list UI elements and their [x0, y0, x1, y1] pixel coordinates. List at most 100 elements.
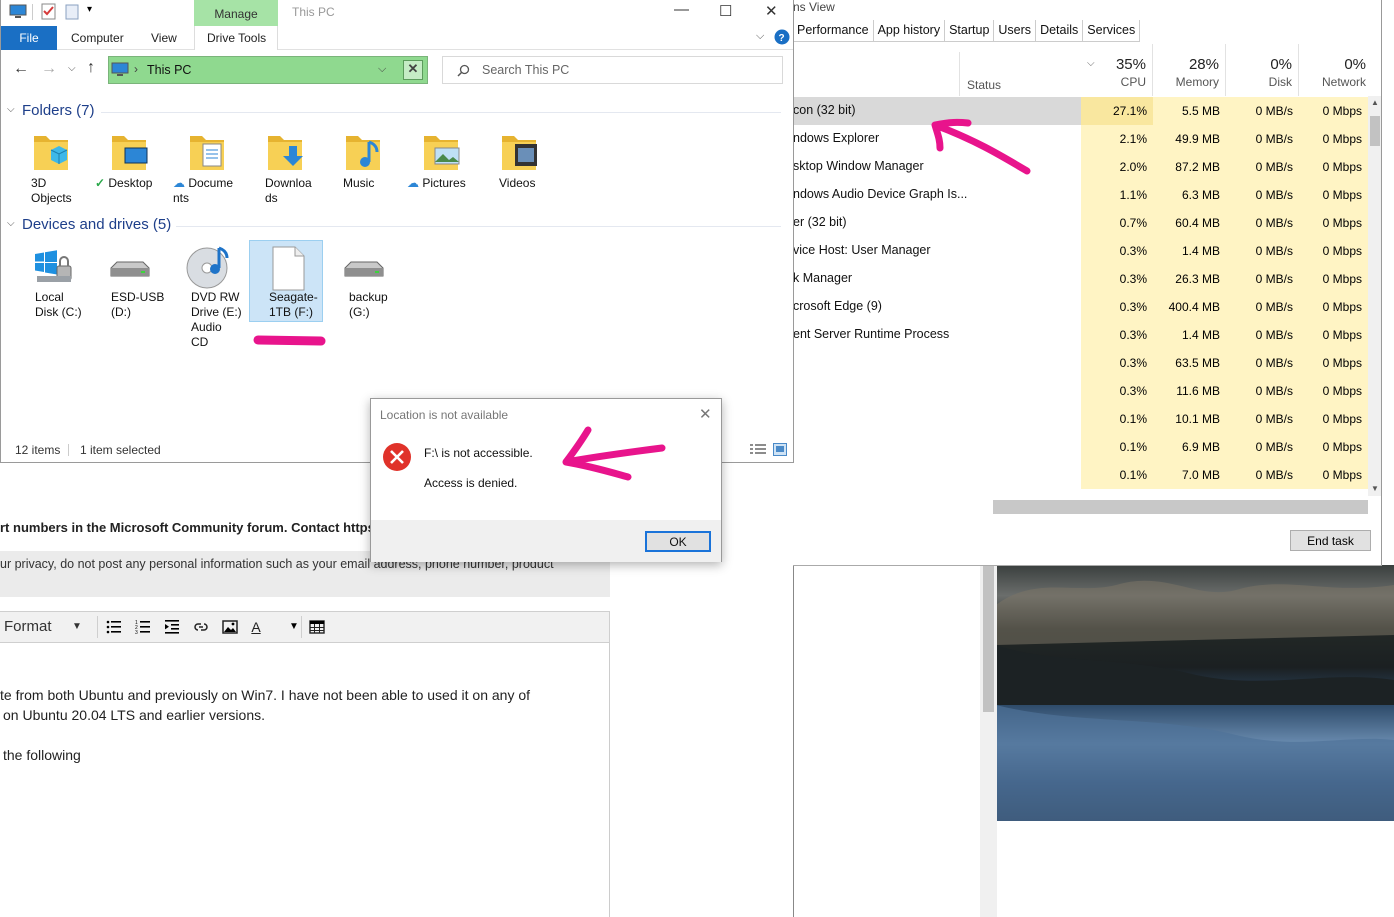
- process-mem-cell: 6.9 MB: [1153, 433, 1226, 461]
- process-row[interactable]: vice Host: User Manager 0.3% 1.4 MB 0 MB/s 0…: [793, 237, 1368, 265]
- chevron-down-icon[interactable]: ▼: [72, 621, 82, 632]
- address-bar[interactable]: › This PC ⌵ ✕: [108, 56, 428, 84]
- search-input[interactable]: Search This PC: [442, 56, 783, 84]
- clear-address-icon[interactable]: ✕: [403, 60, 423, 80]
- numbered-list-icon[interactable]: 123: [130, 615, 156, 639]
- tab-file[interactable]: File: [1, 26, 57, 50]
- format-dropdown[interactable]: Format: [4, 618, 52, 635]
- process-row[interactable]: 0.3% 11.6 MB 0 MB/s 0 Mbps: [793, 377, 1368, 405]
- process-disk-cell: 0 MB/s: [1226, 349, 1299, 377]
- address-dropdown-icon[interactable]: ⌵: [378, 63, 386, 76]
- minimize-icon[interactable]: —: [674, 1, 689, 18]
- error-icon: [383, 443, 411, 471]
- close-icon[interactable]: ✕: [765, 2, 778, 20]
- image-icon[interactable]: [217, 615, 243, 639]
- editor-line: on Ubuntu 20.04 LTS and earlier versions…: [3, 707, 266, 723]
- process-mem-cell: 26.3 MB: [1153, 265, 1226, 293]
- column-header-disk[interactable]: 0% Disk: [1226, 44, 1299, 96]
- back-icon[interactable]: ←: [13, 60, 29, 78]
- process-mem-cell: 49.9 MB: [1153, 125, 1226, 153]
- tab-app-history[interactable]: App history: [874, 20, 946, 42]
- customize-toolbar-icon[interactable]: ▾: [87, 4, 92, 15]
- chevron-down-icon[interactable]: ▼: [289, 621, 299, 632]
- end-task-button[interactable]: End task: [1290, 530, 1371, 551]
- table-icon[interactable]: [304, 615, 330, 639]
- process-row[interactable]: er (32 bit) 0.7% 60.4 MB 0 MB/s 0 Mbps: [793, 209, 1368, 237]
- tab-details[interactable]: Details: [1036, 20, 1084, 42]
- ok-button[interactable]: OK: [645, 531, 711, 552]
- column-header-network[interactable]: 0% Network: [1299, 44, 1372, 96]
- this-pc-icon: [111, 62, 129, 76]
- search-icon: [457, 64, 470, 77]
- process-cpu-cell: 27.1%: [1081, 97, 1153, 125]
- process-mem-cell: 11.6 MB: [1153, 377, 1226, 405]
- tab-services[interactable]: Services: [1083, 20, 1141, 42]
- recent-locations-icon[interactable]: ⌵: [68, 63, 76, 74]
- horizontal-scrollbar[interactable]: [993, 500, 1368, 514]
- properties-icon[interactable]: [41, 3, 57, 20]
- tab-computer[interactable]: Computer: [71, 31, 124, 45]
- help-icon[interactable]: ?: [774, 29, 790, 45]
- tab-drive-tools[interactable]: Drive Tools: [194, 26, 278, 50]
- sync-check-icon: ✓: [95, 176, 109, 190]
- tab-performance[interactable]: Performance: [793, 20, 874, 42]
- process-net-cell: 0 Mbps: [1299, 293, 1368, 321]
- folder-label-wrap: ☁ Pictures: [407, 176, 487, 191]
- indent-icon[interactable]: [159, 615, 185, 639]
- status-item-count: 12 items: [15, 443, 61, 457]
- process-row[interactable]: ndows Audio Device Graph Is... 1.1% 6.3 MB…: [793, 181, 1368, 209]
- scrollbar-thumb[interactable]: [983, 562, 994, 712]
- process-row[interactable]: 0.3% 63.5 MB 0 MB/s 0 Mbps: [793, 349, 1368, 377]
- process-list-scrollbar[interactable]: ▲ ▼: [1368, 96, 1381, 496]
- close-icon[interactable]: ✕: [699, 405, 712, 423]
- column-header-status[interactable]: Status: [967, 78, 1001, 92]
- process-row[interactable]: 0.1% 6.9 MB 0 MB/s 0 Mbps: [793, 433, 1368, 461]
- process-cpu-cell: 0.3%: [1081, 265, 1153, 293]
- ribbon-expand-icon[interactable]: ⌵: [756, 30, 764, 43]
- folders-header[interactable]: Folders (7): [22, 102, 95, 119]
- process-mem-cell: 6.3 MB: [1153, 181, 1226, 209]
- task-manager-menu[interactable]: ns View: [793, 0, 835, 14]
- details-view-icon[interactable]: [749, 443, 767, 456]
- process-row[interactable]: 0.1% 10.1 MB 0 MB/s 0 Mbps: [793, 405, 1368, 433]
- process-row[interactable]: sktop Window Manager 2.0% 87.2 MB 0 MB/s 0 M…: [793, 153, 1368, 181]
- process-row[interactable]: 0.1% 7.0 MB 0 MB/s 0 Mbps: [793, 461, 1368, 489]
- process-row[interactable]: k Manager 0.3% 26.3 MB 0 MB/s 0 Mbps: [793, 265, 1368, 293]
- new-folder-icon[interactable]: [65, 4, 79, 20]
- process-cpu-cell: 0.3%: [1081, 349, 1153, 377]
- maximize-icon[interactable]: ☐: [719, 2, 732, 20]
- process-disk-cell: 0 MB/s: [1226, 405, 1299, 433]
- tab-users[interactable]: Users: [994, 20, 1037, 42]
- process-row[interactable]: ndows Explorer 2.1% 49.9 MB 0 MB/s 0 Mbps: [793, 125, 1368, 153]
- collapse-folders-icon[interactable]: ⌵: [7, 104, 15, 115]
- tab-manage[interactable]: Manage: [194, 0, 278, 26]
- devices-header[interactable]: Devices and drives (5): [22, 216, 171, 233]
- cloud-icon: ☁: [407, 176, 423, 190]
- collapse-devices-icon[interactable]: ⌵: [7, 218, 15, 229]
- process-row[interactable]: ent Server Runtime Process 0.3% 1.4 MB 0 MB…: [793, 321, 1368, 349]
- bullet-list-icon[interactable]: [101, 615, 127, 639]
- folder-icon: [346, 136, 380, 170]
- process-row[interactable]: crosoft Edge (9) 0.3% 400.4 MB 0 MB/s 0 Mbps: [793, 293, 1368, 321]
- process-disk-cell: 0 MB/s: [1226, 97, 1299, 125]
- forward-icon[interactable]: →: [41, 60, 57, 78]
- link-icon[interactable]: [188, 615, 214, 639]
- svg-text:?: ?: [779, 33, 785, 44]
- folder-icon: [112, 136, 148, 170]
- hard-drive-icon: [110, 261, 150, 277]
- tab-startup[interactable]: Startup: [945, 20, 995, 42]
- cpu-total: 35%: [1115, 56, 1146, 73]
- editor-toolbar: Format ▼ 123 A ▼: [0, 611, 610, 643]
- editor-body[interactable]: te from both Ubuntu and previously on Wi…: [0, 643, 610, 917]
- process-disk-cell: 0 MB/s: [1226, 209, 1299, 237]
- process-row[interactable]: con (32 bit) 27.1% 5.5 MB 0 MB/s 0 Mbps: [793, 97, 1368, 125]
- breadcrumb-chevron-icon[interactable]: ›: [134, 62, 138, 76]
- process-net-cell: 0 Mbps: [1299, 321, 1368, 349]
- tab-view[interactable]: View: [151, 31, 177, 45]
- large-icons-view-icon[interactable]: [773, 443, 787, 456]
- font-color-icon[interactable]: A: [243, 615, 269, 639]
- dialog-title: Location is not available: [380, 408, 509, 422]
- column-header-memory[interactable]: 28% Memory: [1153, 44, 1226, 96]
- up-icon[interactable]: ↑: [87, 59, 95, 77]
- column-header-cpu[interactable]: 35% CPU: [1081, 44, 1153, 96]
